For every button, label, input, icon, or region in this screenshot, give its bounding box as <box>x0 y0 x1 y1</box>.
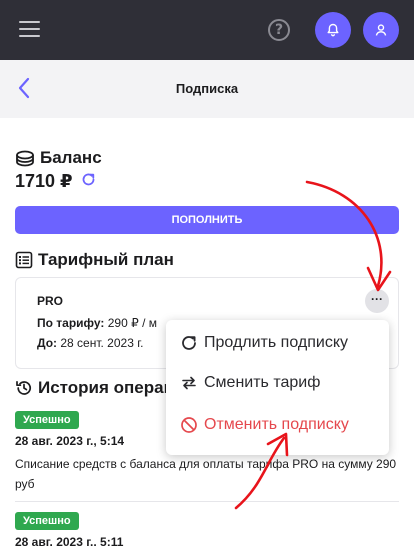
plan-name: PRO <box>37 294 64 308</box>
menu-item-extend[interactable]: Продлить подписку <box>180 334 348 352</box>
page-title: Подписка <box>175 81 239 96</box>
swap-icon <box>182 376 196 390</box>
profile-button[interactable] <box>363 12 399 48</box>
bell-icon <box>327 23 339 37</box>
list-icon <box>15 251 33 269</box>
annotation-arrow-to-menu <box>305 180 383 288</box>
history-entry: Успешно 28 авг. 2023 г., 5:11 <box>15 511 399 546</box>
refresh-icon <box>182 336 196 350</box>
tariff-title: Тарифный план <box>38 250 174 269</box>
menu-icon[interactable] <box>19 21 40 38</box>
menu-item-label: Сменить тариф <box>204 374 321 391</box>
plan-until: До: 28 сент. 2023 г. <box>37 336 143 350</box>
balance-amount-row: 1710 ₽ <box>15 171 96 192</box>
user-icon <box>375 24 387 36</box>
tariff-heading: Тарифный план <box>15 250 174 270</box>
entry-description: Списание средств с баланса для оплаты та… <box>15 457 397 491</box>
entry-date: 28 авг. 2023 г., 5:11 <box>15 535 124 546</box>
plan-until-label: До: <box>37 336 58 350</box>
menu-item-cancel[interactable]: Отменить подписку <box>180 416 349 434</box>
help-icon[interactable]: ? <box>268 19 290 41</box>
page-header: Подписка <box>0 60 414 118</box>
refresh-icon <box>82 173 94 185</box>
status-badge: Успешно <box>15 512 79 530</box>
balance-title: Баланс <box>40 148 102 167</box>
menu-item-label: Продлить подписку <box>204 334 348 351</box>
cancel-icon <box>181 417 197 433</box>
menu-item-label: Отменить подписку <box>204 416 349 433</box>
refresh-balance-button[interactable] <box>81 172 96 192</box>
balance-amount: 1710 ₽ <box>15 171 73 191</box>
plan-price-value: 290 ₽ / м <box>104 316 157 330</box>
plan-price-label: По тарифу: <box>37 316 105 330</box>
history-icon <box>16 380 32 395</box>
plan-options-menu: Продлить подписку Сменить тариф Отменить… <box>166 320 389 455</box>
menu-item-change[interactable]: Сменить тариф <box>180 374 320 392</box>
coins-icon <box>16 150 34 166</box>
notifications-button[interactable] <box>315 12 351 48</box>
topup-button[interactable]: ПОПОЛНИТЬ <box>15 206 399 234</box>
plan-price: По тарифу: 290 ₽ / м <box>37 316 157 330</box>
status-badge: Успешно <box>15 411 79 429</box>
top-bar: ? <box>0 0 414 60</box>
more-options-button[interactable]: ··· <box>365 289 389 313</box>
plan-until-value: 28 сент. 2023 г. <box>57 336 144 350</box>
balance-heading: Баланс <box>15 148 102 168</box>
